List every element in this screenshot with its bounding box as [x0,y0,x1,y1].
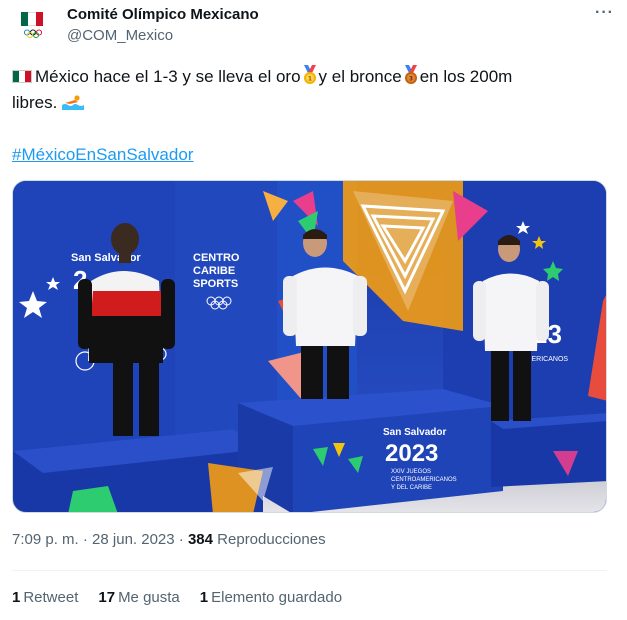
more-options-icon[interactable]: ··· [595,4,614,22]
avatar[interactable] [14,6,54,46]
likes-stat[interactable]: 17 Me gusta [98,589,179,606]
svg-text:1: 1 [307,76,311,83]
author-name[interactable]: Comité Olímpico Mexicano [67,6,259,23]
olympic-rings-icon [23,29,43,38]
tweet-text-part-4: libres. [12,93,58,112]
divider [12,570,607,571]
likes-count: 17 [98,589,116,606]
retweet-label: Retweet [23,589,79,606]
meta-separator: · [82,531,88,548]
podium-sub-3: Y DEL CARIBE [391,485,432,491]
podium-sub-1: XXIV JUEGOS [391,469,431,475]
bronze-medal-icon: 3 [404,65,417,84]
views-count: 384 [187,531,213,548]
tweet-line-2: libres. [12,90,607,116]
author-handle[interactable]: @COM_Mexico [67,27,173,44]
retweet-count: 1 [12,589,21,606]
meta-separator: · [178,531,184,548]
podium-photo-scene: San Salvador 2 CENTRO CARIBE SPORTS 23 A… [13,181,606,512]
tweet-photo[interactable]: San Salvador 2 CENTRO CARIBE SPORTS 23 A… [12,180,607,513]
tweet-text-part-3: en los 200m [419,67,513,86]
mexico-flag-emoji-icon [12,70,32,83]
svg-text:3: 3 [409,76,413,83]
retweet-stat[interactable]: 1 Retweet [12,589,78,606]
tweet-text-part-1: México hace el 1-3 y se lleva el oro [35,67,301,86]
sponsor-line-1: CENTRO [193,252,240,264]
podium-sub-2: CENTROAMERICANOS [391,477,457,483]
tweet-text: México hace el 1-3 y se lleva el oro 1 y e… [12,64,607,168]
tweet-text-part-2: y el bronce [318,67,402,86]
swimmer-emoji-icon [62,94,85,110]
tweet-line-1: México hace el 1-3 y se lleva el oro 1 y e… [12,64,607,90]
tweet-header: Comité Olímpico Mexicano @COM_Mexico ··· [14,4,614,50]
sponsor-line-2: CARIBE [193,265,235,277]
mexico-flag-icon [21,12,43,26]
tweet-meta: 7:09 p. m. · 28 jun. 2023 · 384 Reproduc… [12,531,326,548]
tweet-date[interactable]: 28 jun. 2023 [92,531,175,548]
bookmarks-label: Elemento guardado [211,589,343,606]
likes-label: Me gusta [118,589,180,606]
engagement-stats: 1 Retweet 17 Me gusta 1 Elemento guardado [12,589,362,606]
bookmarks-stat[interactable]: 1 Elemento guardado [200,589,342,606]
views-label: Reproducciones [217,531,326,548]
sponsor-line-3: SPORTS [193,278,238,290]
hashtag-link[interactable]: #MéxicoEnSanSalvador [12,145,193,164]
podium-city-text: San Salvador [383,427,446,438]
bookmarks-count: 1 [199,589,209,606]
gold-medal-icon: 1 [303,65,316,84]
tweet-time[interactable]: 7:09 p. m. [12,531,79,548]
podium-year-text: 2023 [385,440,438,467]
